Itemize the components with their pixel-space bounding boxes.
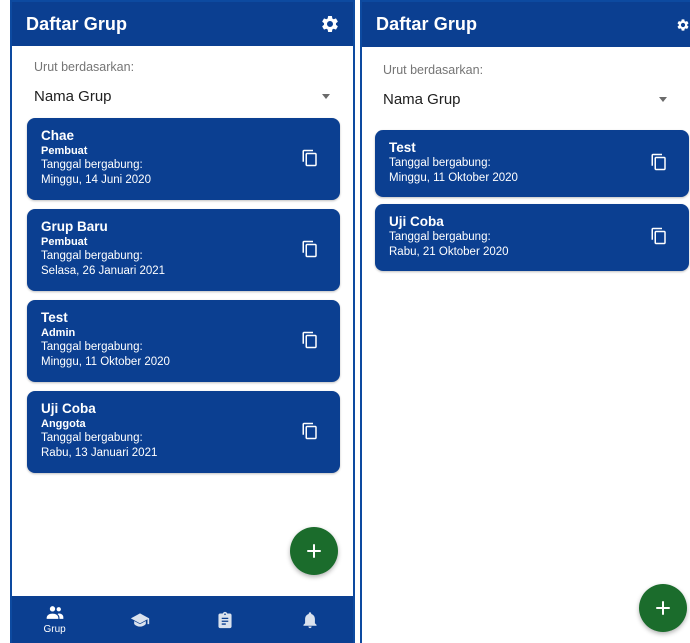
joined-date: Rabu, 13 Januari 2021 xyxy=(41,447,158,459)
joined-label: Tanggal bergabung: xyxy=(41,159,143,171)
joined-date: Selasa, 26 Januari 2021 xyxy=(41,265,166,277)
sort-label: Urut berdasarkan: xyxy=(34,60,135,74)
plus-icon xyxy=(656,601,670,615)
app-bar: Daftar Grup xyxy=(362,2,690,47)
group-name: Uji Coba xyxy=(41,401,96,416)
phone-screen-right: Daftar Grup Urut berdasarkan: Nama Grup … xyxy=(360,0,690,643)
graduation-cap-icon xyxy=(130,612,150,627)
dropdown-arrow-icon xyxy=(322,93,330,99)
sort-selected-value: Nama Grup xyxy=(383,90,461,108)
sort-section: Urut berdasarkan: Nama Grup xyxy=(12,46,353,110)
copy-icon[interactable] xyxy=(301,148,319,168)
group-role: Admin xyxy=(41,327,76,339)
joined-date: Minggu, 14 Juni 2020 xyxy=(41,174,151,186)
nav-item-tasks[interactable] xyxy=(183,596,268,643)
add-group-button[interactable] xyxy=(639,584,687,632)
copy-icon[interactable] xyxy=(301,421,319,441)
group-card[interactable]: Grup Baru Pembuat Tanggal bergabung: Sel… xyxy=(27,209,340,291)
gear-icon xyxy=(677,18,689,31)
group-role: Pembuat xyxy=(41,145,88,157)
page-title: Daftar Grup xyxy=(26,13,128,34)
plus-icon xyxy=(307,544,321,558)
bell-icon xyxy=(303,611,317,628)
nav-label: Grup xyxy=(43,624,66,635)
joined-label: Tanggal bergabung: xyxy=(389,157,491,169)
group-card[interactable]: Chae Pembuat Tanggal bergabung: Minggu, … xyxy=(27,118,340,200)
joined-date: Minggu, 11 Oktober 2020 xyxy=(41,356,170,368)
gear-icon xyxy=(322,15,338,32)
add-group-button[interactable] xyxy=(290,527,338,575)
copy-icon[interactable] xyxy=(301,239,319,259)
group-role: Pembuat xyxy=(41,236,88,248)
joined-label: Tanggal bergabung: xyxy=(41,250,143,262)
copy-icon[interactable] xyxy=(301,330,319,350)
clipboard-icon xyxy=(218,611,232,628)
group-card[interactable]: Test Tanggal bergabung: Minggu, 11 Oktob… xyxy=(375,130,689,197)
joined-label: Tanggal bergabung: xyxy=(41,341,143,353)
group-name: Uji Coba xyxy=(389,214,444,229)
sort-section: Urut berdasarkan: Nama Grup xyxy=(362,47,690,113)
phone-screen-left: Daftar Grup Urut berdasarkan: Nama Grup … xyxy=(10,0,355,643)
nav-item-grup[interactable]: Grup xyxy=(12,596,97,643)
joined-label: Tanggal bergabung: xyxy=(389,231,491,243)
settings-button[interactable] xyxy=(320,14,340,34)
group-role: Anggota xyxy=(41,418,86,430)
sort-dropdown[interactable]: Nama Grup xyxy=(383,85,670,113)
copy-icon[interactable] xyxy=(650,226,668,246)
sort-dropdown[interactable]: Nama Grup xyxy=(34,82,333,110)
joined-date: Minggu, 11 Oktober 2020 xyxy=(389,172,518,184)
app-bar: Daftar Grup xyxy=(12,2,353,46)
group-card[interactable]: Uji Coba Tanggal bergabung: Rabu, 21 Okt… xyxy=(375,204,689,271)
nav-item-notifications[interactable] xyxy=(268,596,353,643)
dropdown-arrow-icon xyxy=(659,96,667,102)
group-name: Test xyxy=(389,140,416,155)
group-name: Grup Baru xyxy=(41,219,108,234)
sort-selected-value: Nama Grup xyxy=(34,87,112,105)
copy-icon[interactable] xyxy=(650,152,668,172)
settings-button[interactable] xyxy=(676,15,690,35)
joined-label: Tanggal bergabung: xyxy=(41,432,143,444)
sort-label: Urut berdasarkan: xyxy=(383,63,484,77)
nav-item-courses[interactable] xyxy=(97,596,182,643)
group-card[interactable]: Uji Coba Anggota Tanggal bergabung: Rabu… xyxy=(27,391,340,473)
group-icon xyxy=(46,606,63,619)
bottom-navigation: Grup xyxy=(12,596,353,643)
group-card[interactable]: Test Admin Tanggal bergabung: Minggu, 11… xyxy=(27,300,340,382)
group-name: Chae xyxy=(41,128,75,143)
screenshot-stage: Daftar Grup Urut berdasarkan: Nama Grup … xyxy=(0,0,690,643)
page-title: Daftar Grup xyxy=(376,14,478,34)
group-name: Test xyxy=(41,310,68,325)
joined-date: Rabu, 21 Oktober 2020 xyxy=(389,246,509,258)
